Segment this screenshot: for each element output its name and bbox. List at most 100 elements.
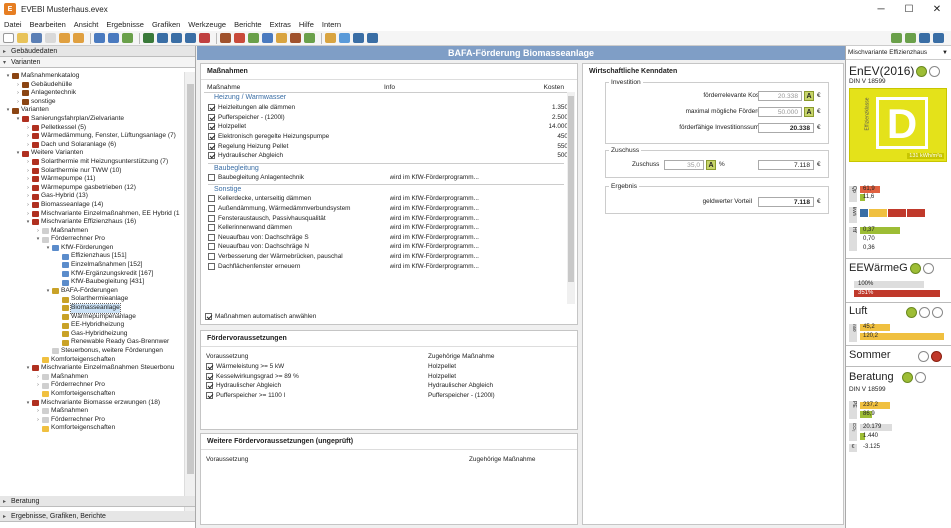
tree-item[interactable]: › sonstige xyxy=(0,98,184,107)
section-gebaeudedaten[interactable]: ▸ Gebäudedaten xyxy=(0,46,195,57)
expand-down-icon[interactable]: ▾ xyxy=(14,149,22,158)
col-kosten[interactable]: Kosten xyxy=(524,84,564,91)
menu-extras[interactable]: Extras xyxy=(266,20,295,29)
massnahme-checkbox[interactable] xyxy=(208,152,215,160)
building-icon[interactable] xyxy=(220,33,231,43)
expand-down-icon[interactable]: ▾ xyxy=(24,218,32,227)
massnahme-row[interactable]: Regelung Heizung Pellet 550 xyxy=(204,141,568,151)
tree-item[interactable]: › Solarthermie mit Heizungsunterstützung … xyxy=(0,158,184,167)
wizard-icon[interactable] xyxy=(122,33,133,43)
minimize-button[interactable]: ─ xyxy=(867,0,895,18)
tree-item[interactable]: Komforteigenschaften xyxy=(0,424,184,433)
massnahme-row[interactable]: Holzpellet 14.000 xyxy=(204,122,568,132)
tree-item[interactable]: › Mischvariante Einzelmaßnahmen, EE Hybri… xyxy=(0,210,184,219)
massnahme-checkbox[interactable] xyxy=(208,133,215,141)
expand-down-icon[interactable]: ▾ xyxy=(44,244,52,253)
massnahme-row[interactable]: Kellerdecke, unterseitig dämmen wird im K… xyxy=(204,194,568,204)
expand-right-icon[interactable]: › xyxy=(24,210,32,219)
expand-down-icon[interactable]: ▾ xyxy=(4,72,12,81)
massnahme-checkbox[interactable] xyxy=(208,262,215,270)
expand-right-icon[interactable]: › xyxy=(34,227,42,236)
expand-right-icon[interactable]: › xyxy=(34,407,42,416)
tree-item[interactable]: ▾ Weitere Varianten xyxy=(0,149,184,158)
expand-right-icon[interactable]: › xyxy=(24,167,32,176)
max-foerderung-field[interactable]: 50.000 xyxy=(758,107,802,117)
tree-item[interactable]: ▾ Mischvariante Effizienzhaus (16) xyxy=(0,218,184,227)
massnahme-row[interactable]: Dachflächenfenster erneuern wird im KfW-F… xyxy=(204,261,568,271)
expand-down-icon[interactable]: ▾ xyxy=(14,115,22,124)
massnahme-checkbox[interactable] xyxy=(208,205,215,213)
tree-item[interactable]: ▾ Varianten xyxy=(0,106,184,115)
tree-item[interactable]: KfW-Ergänzungskredit [167] xyxy=(0,270,184,279)
massnahme-row[interactable]: Heizleitungen alle dämmen 1.350 xyxy=(204,103,568,113)
tree-item[interactable]: › Wärmedämmung, Fenster, Lüftungsanlage (… xyxy=(0,132,184,141)
tree-item[interactable]: › Gas-Hybrid (13) xyxy=(0,192,184,201)
menu-datei[interactable]: Datei xyxy=(0,20,26,29)
tree-scrollbar[interactable] xyxy=(184,72,195,516)
tree-item[interactable]: › Pelletkessel (5) xyxy=(0,124,184,133)
expand-right-icon[interactable]: › xyxy=(14,89,22,98)
auto-select-checkbox-row[interactable]: Maßnahmen automatisch anwählen xyxy=(205,312,316,322)
calculator-icon[interactable] xyxy=(157,33,168,43)
massnahme-checkbox[interactable] xyxy=(208,253,215,261)
expand-down-icon[interactable]: ▾ xyxy=(4,106,12,115)
forward-arrow-icon[interactable] xyxy=(905,33,916,43)
tree-item[interactable]: › Solarthermie nur TWW (10) xyxy=(0,167,184,176)
expand-right-icon[interactable]: › xyxy=(24,175,32,184)
expand-right-icon[interactable]: › xyxy=(24,184,32,193)
expand-right-icon[interactable]: › xyxy=(24,141,32,150)
tree-item[interactable]: › Wärmepumpe (11) xyxy=(0,175,184,184)
tree-item[interactable]: ▾ Mischvariante Einzelmaßnahmen Steuerbon… xyxy=(0,364,184,373)
expand-right-icon[interactable]: › xyxy=(14,98,22,107)
expand-down-icon[interactable]: ▾ xyxy=(44,287,52,296)
menu-bearbeiten[interactable]: Bearbeiten xyxy=(26,20,70,29)
maximize-button[interactable]: ☐ xyxy=(895,0,923,18)
tree-item[interactable]: ▾ Mischvariante Biomasse erzwungen (18) xyxy=(0,399,184,408)
help-icon[interactable] xyxy=(353,33,364,43)
expand-right-icon[interactable]: › xyxy=(24,201,32,210)
expand-right-icon[interactable]: › xyxy=(24,124,32,133)
massnahme-checkbox[interactable] xyxy=(208,224,215,232)
col-info[interactable]: Info xyxy=(384,84,524,91)
tree-item[interactable]: ▾ Maßnahmenkatalog xyxy=(0,72,184,81)
massnahme-row[interactable]: Hydraulischer Abgleich 500 xyxy=(204,151,568,161)
tree-item[interactable]: Gas-Hybridheizung xyxy=(0,330,184,339)
save-icon[interactable] xyxy=(31,33,42,43)
expand-right-icon[interactable]: › xyxy=(14,81,22,90)
info-icon[interactable] xyxy=(339,33,350,43)
expand-right-icon[interactable]: › xyxy=(24,132,32,141)
massnahme-row[interactable]: Elektronisch geregelte Heizungspumpe 450 xyxy=(204,132,568,142)
print-icon[interactable] xyxy=(45,33,56,43)
massnahme-row[interactable]: Neuaufbau von: Dachschräge N wird im KfW-… xyxy=(204,242,568,252)
auto-select-checkbox[interactable] xyxy=(205,313,212,321)
tree-item[interactable]: › Maßnahmen xyxy=(0,407,184,416)
massnahme-row[interactable]: Neuaufbau von: Dachschräge S wird im KfW-… xyxy=(204,233,568,243)
layout-icon[interactable] xyxy=(933,33,944,43)
paste-icon[interactable] xyxy=(73,33,84,43)
expand-right-icon[interactable]: › xyxy=(34,381,42,390)
tree-item[interactable]: › Förderrechner Pro xyxy=(0,416,184,425)
close-button[interactable]: ✕ xyxy=(923,0,951,18)
massnahme-checkbox[interactable] xyxy=(208,113,215,121)
menu-hilfe[interactable]: Hilfe xyxy=(295,20,318,29)
back-arrow-icon[interactable] xyxy=(891,33,902,43)
tree-item[interactable]: ▾ KfW-Förderungen xyxy=(0,244,184,253)
zuschuss-percent-field[interactable]: 35,0 xyxy=(664,160,704,170)
massnahme-checkbox[interactable] xyxy=(208,195,215,203)
tree-item[interactable]: › Biomasseanlage (14) xyxy=(0,201,184,210)
massnahme-checkbox[interactable] xyxy=(208,173,215,181)
table-icon[interactable] xyxy=(171,33,182,43)
tree-item[interactable]: Einzelmaßnahmen [152] xyxy=(0,261,184,270)
variant-dropdown[interactable]: Mischvariante Effizienzhaus ▼ xyxy=(846,46,951,60)
section-varianten[interactable]: ▾ Varianten xyxy=(0,57,195,68)
section-ergebnisse[interactable]: ▸ Ergebnisse, Grafiken, Berichte xyxy=(0,511,195,522)
globe-icon[interactable] xyxy=(262,33,273,43)
menu-berichte[interactable]: Berichte xyxy=(230,20,266,29)
tree-item[interactable]: Komforteigenschaften xyxy=(0,390,184,399)
scrollbar-thumb[interactable] xyxy=(187,84,194,474)
massnahme-row[interactable]: Pufferspeicher - (1200l) 2.500 xyxy=(204,113,568,123)
massnahme-row[interactable]: Verbesserung der Wärmebrücken, pauschal w… xyxy=(204,252,568,262)
new-file-icon[interactable] xyxy=(3,33,14,43)
massnahmen-scrollbar[interactable] xyxy=(567,92,575,304)
undo-icon[interactable] xyxy=(94,33,105,43)
